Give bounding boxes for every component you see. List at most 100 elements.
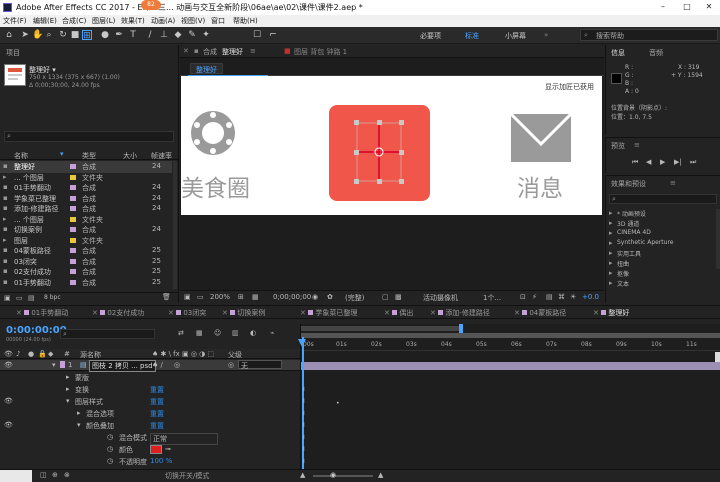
timeline-tab[interactable]: ✕ 04蒙板路径 [514, 308, 566, 318]
puppet-tool-icon[interactable]: ✦ [201, 30, 211, 40]
tab-close-icon[interactable]: ✕ [183, 47, 189, 55]
solo-header-icon[interactable]: ● [28, 350, 34, 358]
grid-icon[interactable]: ▦ [252, 293, 259, 301]
label-color-swatch[interactable] [70, 237, 76, 243]
first-frame-icon[interactable]: ⏮ [632, 158, 638, 167]
menu-file[interactable]: 文件(F) [3, 16, 27, 26]
layer-property[interactable]: 👁 ▾ 图层样式 重置 [0, 396, 300, 408]
timeline-vertical-scroll-thumb[interactable] [715, 352, 720, 362]
tab-menu-icon[interactable]: ≡ [250, 47, 256, 55]
transparency-grid-icon[interactable]: ▩ [395, 293, 402, 301]
current-time-indicator[interactable] [302, 337, 304, 477]
toggle-pixel-icon[interactable]: ⊡ [520, 293, 526, 301]
views-dropdown[interactable]: 1个... [483, 293, 501, 303]
label-color-swatch[interactable] [70, 227, 76, 232]
reset-link[interactable]: 重置 [150, 409, 164, 419]
project-tab[interactable]: 项目 [6, 48, 20, 58]
audio-tab[interactable]: 音频 [649, 48, 663, 58]
layer-name[interactable]: 图枝 2 拷贝 ... psd [89, 360, 156, 372]
effects-tab[interactable]: 效果和预设 [611, 179, 646, 189]
selection-tool-icon[interactable]: ➤ [20, 30, 30, 40]
comp-timecode[interactable]: 0;00;00;00 [273, 293, 311, 301]
comp-breadcrumb[interactable]: 整理好 [190, 63, 223, 74]
col-size[interactable]: 大小 [123, 151, 137, 161]
preview-menu-icon[interactable]: ≡ [634, 141, 640, 149]
number-header-icon[interactable]: # [64, 350, 70, 358]
label-color-swatch[interactable] [60, 361, 65, 368]
col-name[interactable]: 名称 [14, 151, 28, 161]
timeline-zoom-slider[interactable] [313, 475, 373, 477]
label-color-swatch[interactable] [70, 185, 76, 190]
timeline-search-input[interactable]: ⌕ [60, 329, 155, 339]
snapping-checkbox-icon[interactable]: ☐ [252, 30, 262, 40]
twirl-arrow-icon[interactable]: ▾ [66, 397, 70, 405]
stopwatch-icon[interactable]: ◷ [107, 433, 113, 441]
source-name-header[interactable]: 源名称 [80, 350, 101, 360]
label-color-swatch[interactable] [70, 206, 76, 211]
roi-icon[interactable]: ▢ [382, 293, 389, 301]
expand-arrow-icon[interactable]: ▸ [609, 279, 613, 287]
label-header-icon[interactable]: ◆ [48, 350, 53, 358]
work-area-bar[interactable] [301, 326, 461, 331]
zoom-tool-icon[interactable]: ⌕ [44, 30, 54, 40]
timeline-tab[interactable]: ✕ 学象菜已整理 [300, 308, 357, 318]
layer-property[interactable]: ▸ 蒙版 [0, 372, 300, 384]
keyframe-marker-icon[interactable]: I [303, 434, 305, 441]
label-color-swatch[interactable] [70, 164, 76, 169]
selected-layer-tile[interactable] [329, 105, 430, 201]
label-color-swatch[interactable] [70, 216, 76, 222]
next-frame-icon[interactable]: ▶| [674, 158, 682, 166]
timeline-tab[interactable]: ✕ 02支付成功 [92, 308, 144, 318]
layer-property[interactable]: 👁 ▾ 颜色叠加 重置 [0, 420, 300, 432]
last-frame-icon[interactable]: ⏭ [690, 158, 696, 167]
col-type[interactable]: 类型 [82, 151, 96, 161]
twirl-arrow-icon[interactable]: ▾ [77, 421, 81, 429]
twirl-arrow-icon[interactable]: ▸ [66, 373, 70, 381]
work-area-end-handle[interactable] [459, 324, 463, 333]
timeline-timecode[interactable]: 0:00:00:00 [6, 325, 67, 336]
stopwatch-icon[interactable]: ◷ [107, 457, 113, 465]
always-preview-icon[interactable]: ▣ [184, 293, 191, 301]
shy-icon[interactable]: ☺ [214, 329, 221, 337]
menu-layer[interactable]: 图层(L) [92, 16, 115, 26]
ellipse-tool-icon[interactable]: ● [100, 30, 110, 40]
layer-property[interactable]: ▸ 混合选项 重置 [0, 408, 300, 420]
timeline-tab[interactable]: ✕ 03闭突 [168, 308, 206, 318]
help-search-field[interactable]: ⌕ 搜索帮助 [580, 29, 718, 41]
channel-icon[interactable]: ✿ [327, 293, 333, 301]
workspace-essentials[interactable]: 必要项 [420, 31, 441, 41]
bpc-label[interactable]: 8 bpc [44, 294, 61, 301]
timeline-tab[interactable]: ✕ 偶出 [384, 308, 413, 318]
fast-preview-icon[interactable]: ⚡ [532, 293, 537, 301]
time-ruler[interactable]: 00s 01s 02s 03s 04s 05s 06s 07s 08s 09s 10s 11s [301, 339, 720, 351]
lock-header-icon[interactable]: 🔒 [38, 350, 47, 358]
timeline-icon[interactable]: ▤ [546, 293, 553, 301]
project-scrollbar[interactable] [173, 161, 177, 289]
layer-property[interactable]: ◷ 混合模式 正常 [0, 432, 300, 445]
effects-menu-icon[interactable]: ≡ [670, 179, 676, 187]
minimize-button[interactable]: – [652, 0, 674, 14]
label-color-swatch[interactable] [70, 195, 76, 201]
layer-property[interactable]: ◷ 不透明度 100 % [0, 456, 300, 468]
new-folder-icon[interactable]: ▭ [16, 294, 23, 302]
graph-editor-icon[interactable]: ⌁ [270, 329, 274, 337]
monitor-icon[interactable]: ▭ [197, 293, 204, 301]
expand-arrow-icon[interactable]: ▸ [3, 215, 7, 223]
expand-twirl-icon[interactable]: ▾ [52, 361, 56, 369]
parent-header[interactable]: 父级 [228, 350, 242, 360]
eraser-tool-icon[interactable]: ◆ [173, 30, 183, 40]
timeline-track-area[interactable]: 00s 01s 02s 03s 04s 05s 06s 07s 08s 09s 10s 11s I I… [298, 324, 720, 481]
frame-blending-icon[interactable]: ▥ [232, 329, 239, 337]
label-color-swatch[interactable] [70, 258, 76, 264]
twirl-arrow-icon[interactable]: ▸ [77, 409, 81, 417]
maximize-button[interactable]: □ [676, 0, 698, 14]
project-search-input[interactable]: ⌕ [4, 131, 174, 142]
flowchart-icon[interactable]: ⌘ [558, 293, 565, 301]
keyframe-marker-icon[interactable]: I [303, 386, 305, 393]
property-visibility-icon[interactable]: 👁 [4, 421, 13, 429]
keyframe-marker-icon[interactable]: I [303, 446, 305, 453]
timeline-tab[interactable]: ✕ 切换案例 [222, 308, 265, 318]
draft-3d-icon[interactable]: ▦ [196, 329, 203, 337]
parent-link-icon[interactable]: ◎ [228, 361, 234, 369]
workspace-small-screen[interactable]: 小屏幕 [505, 31, 526, 41]
